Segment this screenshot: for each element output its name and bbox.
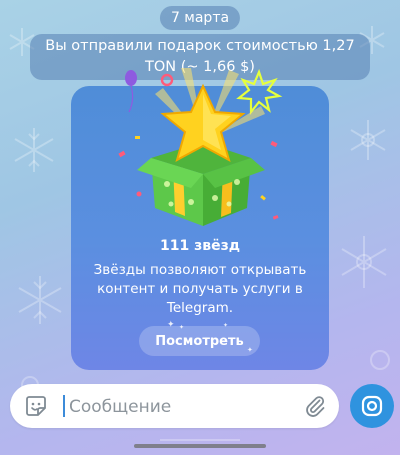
text-cursor — [63, 395, 65, 417]
sparkle-icon: ✦ — [223, 322, 229, 329]
burst-icon — [236, 68, 283, 116]
date-label: 7 марта — [159, 6, 241, 30]
camera-icon — [361, 395, 383, 417]
home-indicator — [134, 444, 266, 448]
sparkle-icon: ✦ — [247, 346, 253, 354]
message-input[interactable] — [67, 392, 301, 422]
confetti-ring — [160, 73, 174, 87]
sparkle-icon: ✦ — [167, 320, 175, 330]
message-composer — [10, 384, 339, 428]
paperclip-icon[interactable] — [303, 394, 327, 418]
camera-button[interactable] — [350, 384, 394, 428]
view-gift-button[interactable]: Посмотреть — [139, 326, 260, 356]
sparkle-icon: ✦ — [179, 324, 185, 331]
gift-description: Звёзды позволяют открывать контент и пол… — [93, 262, 307, 316]
balloon-icon — [125, 70, 137, 113]
gift-stars-count: 111 звёзд — [159, 238, 241, 254]
gift-card[interactable]: 111 звёзд Звёзды позволяют открывать кон… — [71, 68, 329, 370]
gift-box-star-illustration — [118, 68, 283, 226]
sticker-icon[interactable] — [24, 394, 48, 418]
